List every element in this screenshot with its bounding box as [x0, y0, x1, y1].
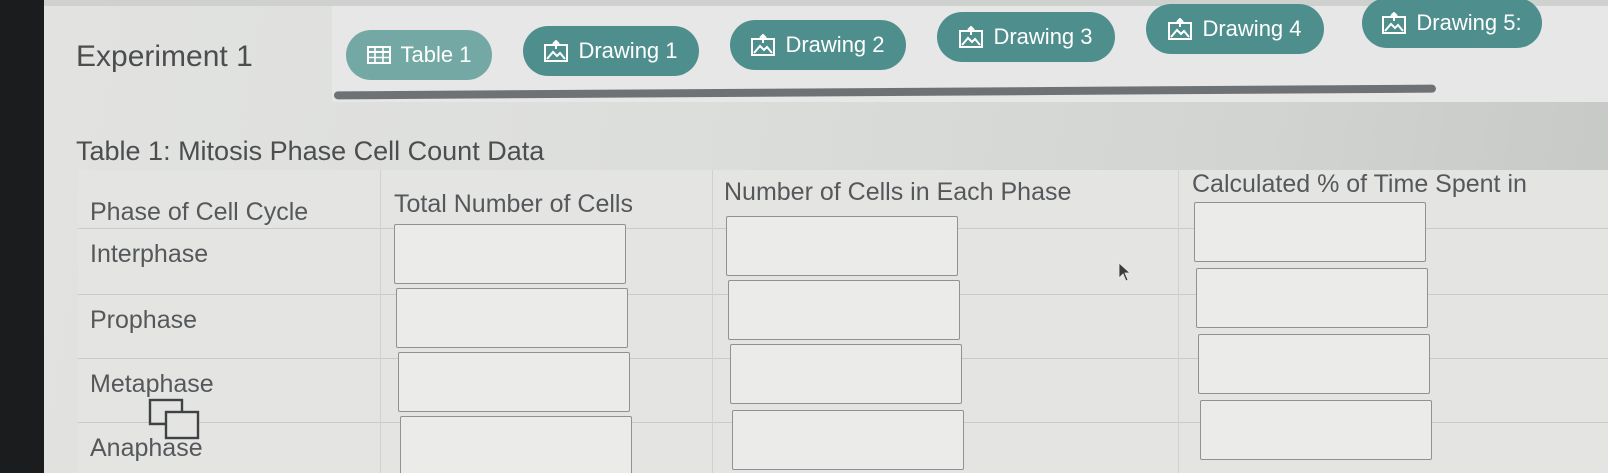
- prophase-total-input[interactable]: [396, 288, 628, 348]
- image-upload-icon: [544, 40, 569, 62]
- tab-drawing-5[interactable]: Drawing 5:: [1362, 0, 1542, 48]
- metaphase-count-input[interactable]: [730, 344, 962, 404]
- tab-label: Drawing 5:: [1416, 10, 1522, 35]
- image-upload-icon: [751, 34, 776, 56]
- tab-drawing-4[interactable]: Drawing 4: [1146, 4, 1324, 54]
- column-header-count: Number of Cells in Each Phase: [724, 178, 1072, 206]
- tab-label: Drawing 1: [578, 38, 678, 63]
- column-divider: [712, 170, 713, 473]
- mouse-cursor-icon: [1118, 262, 1132, 282]
- column-header-total: Total Number of Cells: [394, 190, 633, 218]
- image-upload-icon: [959, 26, 984, 48]
- tab-label: Table 1: [400, 42, 472, 67]
- tab-drawing-1[interactable]: Drawing 1: [523, 26, 699, 76]
- row-label-interphase: Interphase: [90, 240, 209, 268]
- image-upload-icon: [1382, 12, 1407, 34]
- table-title: Table 1: Mitosis Phase Cell Count Data: [76, 136, 545, 166]
- anaphase-percent-input[interactable]: [1200, 400, 1432, 460]
- tab-label: Drawing 3: [993, 24, 1093, 49]
- column-header-percent: Calculated % of Time Spent in: [1192, 170, 1527, 198]
- tab-table-1[interactable]: Table 1: [346, 30, 492, 80]
- metaphase-percent-input[interactable]: [1198, 334, 1430, 394]
- screen: Experiment 1 Table 1 Drawing 1 Drawing 2…: [44, 0, 1608, 473]
- column-header-phase: Phase of Cell Cycle: [90, 198, 309, 226]
- tab-label: Drawing 4: [1202, 16, 1302, 41]
- image-upload-icon: [1168, 18, 1193, 40]
- anaphase-count-input[interactable]: [732, 410, 964, 470]
- tab-label: Drawing 2: [785, 32, 885, 57]
- interphase-percent-input[interactable]: [1194, 202, 1426, 262]
- tab-drawing-2[interactable]: Drawing 2: [730, 20, 906, 70]
- tab-drawing-3[interactable]: Drawing 3: [937, 12, 1115, 62]
- data-table: Phase of Cell Cycle Total Number of Cell…: [78, 170, 1608, 473]
- interphase-count-input[interactable]: [726, 216, 958, 276]
- column-divider: [1178, 170, 1179, 473]
- anaphase-total-input[interactable]: [400, 416, 632, 473]
- prophase-count-input[interactable]: [728, 280, 960, 340]
- table-icon: [366, 46, 391, 64]
- interphase-total-input[interactable]: [394, 224, 626, 284]
- column-divider: [380, 170, 381, 473]
- prophase-percent-input[interactable]: [1196, 268, 1428, 328]
- row-label-metaphase: Metaphase: [90, 370, 214, 398]
- row-label-prophase: Prophase: [90, 306, 198, 334]
- metaphase-total-input[interactable]: [398, 352, 630, 412]
- experiment-title: Experiment 1: [76, 40, 253, 73]
- drag-copy-icon: [148, 398, 200, 440]
